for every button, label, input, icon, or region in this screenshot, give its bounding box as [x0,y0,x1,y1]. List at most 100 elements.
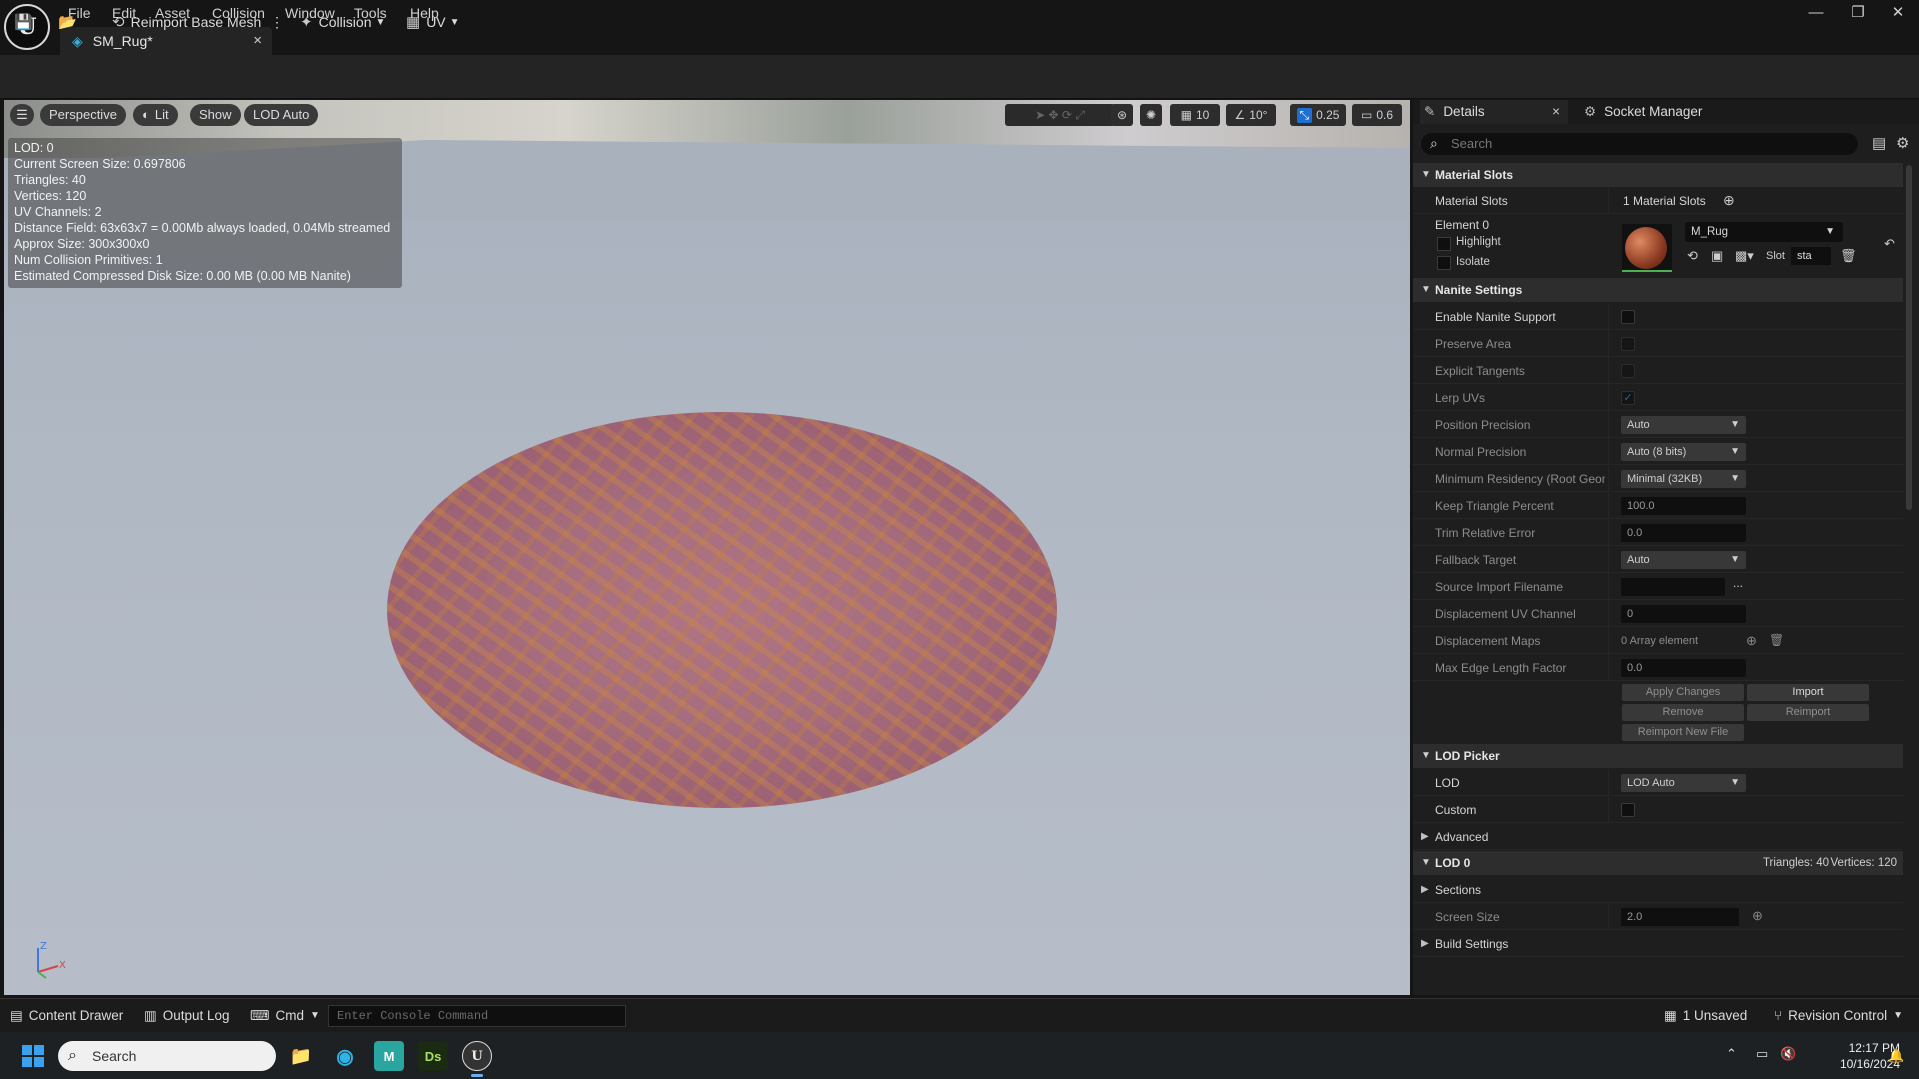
close-window-button[interactable]: ✕ [1876,0,1919,24]
settings-gear-icon[interactable]: ⚙ [1896,134,1909,152]
lerp-uvs-checkbox[interactable]: ✓ [1621,391,1635,405]
designer-icon[interactable]: Ds [418,1041,448,1071]
scale-snap-button[interactable]: ⤡ 0.25 [1290,104,1346,126]
camera-speed-button[interactable]: ▭ 0.6 [1352,104,1402,126]
chevron-up-icon[interactable]: ⌃ [1726,1046,1737,1062]
explicit-tangents-checkbox[interactable] [1621,364,1635,378]
section-nanite-title: Nanite Settings [1435,283,1523,297]
custom-checkbox[interactable] [1621,803,1635,817]
table-view-icon[interactable]: ▤ [1872,134,1886,152]
row-build-settings[interactable]: ▶ Build Settings [1413,931,1903,957]
position-precision-value: Auto [1627,419,1650,431]
row-normal-precision: Normal Precision Auto (8 bits) ▼ [1413,439,1903,465]
close-icon[interactable]: × [1552,100,1560,124]
material-thumbnail[interactable] [1622,224,1672,272]
import-button[interactable]: Import [1747,684,1869,701]
rug-mesh[interactable] [387,412,1057,808]
isolate-checkbox[interactable] [1437,256,1451,270]
section-lod-picker[interactable]: ▼ LOD Picker [1413,744,1903,768]
uv-label: UV [426,14,446,30]
add-screen-size-icon[interactable]: ⊕ [1752,908,1763,924]
pencil-icon: ✎ [1424,104,1436,119]
reset-icon[interactable]: ↶ [1884,236,1895,252]
max-edge-length-factor-field[interactable]: 0.0 [1621,659,1746,677]
screen-size-field[interactable]: 2.0 [1621,908,1739,926]
tab-details[interactable]: ✎ Details × [1420,100,1568,124]
edge-browser-icon[interactable]: ◉ [330,1041,360,1071]
unsaved-button[interactable]: ▦ 1 Unsaved [1664,1007,1747,1025]
world-local-icon[interactable]: ✺ [1140,104,1162,126]
viewport-menu-button[interactable]: ☰ [10,104,34,126]
remove-button[interactable]: Remove [1622,704,1744,721]
restore-button[interactable]: ❐ [1836,0,1880,24]
row-advanced[interactable]: ▶ Advanced [1413,824,1903,850]
section-material-slots[interactable]: ▼ Material Slots [1413,163,1903,187]
surface-snap-icon[interactable]: ⊛ [1111,104,1133,126]
close-tab-icon[interactable]: × [253,32,262,49]
displacement-uv-channel-field[interactable]: 0 [1621,605,1746,623]
slot-name-field[interactable]: sta [1791,247,1831,265]
browse-file-button[interactable]: ... [1733,576,1743,590]
taskbar-search[interactable]: ⌕ Search [58,1041,276,1071]
preserve-area-label: Preserve Area [1435,337,1512,351]
tab-socket-manager[interactable]: ⚙ Socket Manager [1584,100,1702,124]
apply-changes-button[interactable]: Apply Changes [1622,684,1744,701]
lod-label: LOD [1435,776,1460,790]
preserve-area-checkbox[interactable] [1621,337,1635,351]
keep-triangle-percent-field[interactable]: 100.0 [1621,497,1746,515]
content-drawer-button[interactable]: ▤ Content Drawer [10,1007,123,1025]
add-element-icon[interactable]: ⊕ [1746,633,1757,649]
cmd-dropdown[interactable]: ⌨ Cmd ▼ [250,1007,320,1025]
console-input[interactable]: Enter Console Command [328,1005,626,1027]
windows-start-icon[interactable] [18,1041,48,1071]
fallback-target-dropdown[interactable]: Auto ▼ [1621,551,1746,569]
file-explorer-icon[interactable]: 📁 [286,1041,316,1071]
transform-tools[interactable]: ➤ ✥ ⟳ ⤢ [1005,104,1115,126]
lod-button[interactable]: LOD Auto [244,104,319,126]
material-picker[interactable]: M_Rug ▼ [1685,222,1843,242]
section-lod-0[interactable]: ▼ LOD 0 Triangles: 40 Vertices: 120 [1413,851,1903,875]
rotation-snap-button[interactable]: ∠ 10° [1226,104,1276,126]
volume-muted-icon[interactable]: 🔇 [1780,1046,1796,1062]
material-options-icon[interactable]: ▩▾ [1735,248,1754,264]
unreal-engine-taskbar-icon[interactable]: U [462,1041,492,1071]
lod-dropdown[interactable]: LOD Auto ▼ [1621,774,1746,792]
revision-control-button[interactable]: ⑂ Revision Control ▼ [1774,1007,1903,1025]
network-icon[interactable]: ▭ [1756,1046,1768,1062]
grid-snap-button[interactable]: ▦ 10 [1170,104,1220,126]
highlight-checkbox[interactable] [1437,237,1451,251]
save-button[interactable]: 💾 [14,10,39,34]
browse-button[interactable]: 📂 [58,10,83,34]
minimum-residency-dropdown[interactable]: Minimal (32KB) ▼ [1621,470,1746,488]
delete-icon[interactable]: 🗑 [1840,248,1857,264]
show-button[interactable]: Show [190,104,241,126]
delete-icon[interactable]: 🗑 [1769,633,1784,647]
grid-snap-value: 10 [1195,108,1210,122]
add-slot-icon[interactable]: ⊕ [1723,192,1735,209]
minimize-button[interactable]: — [1794,0,1838,24]
browse-asset-icon[interactable]: ▣ [1711,248,1723,264]
notification-bell-icon[interactable]: 🔔 [1888,1048,1904,1064]
source-import-filename-field[interactable] [1621,578,1725,596]
use-selected-icon[interactable]: ⟲ [1687,248,1698,264]
more-options-button[interactable]: ⋮ [270,10,284,34]
search-input[interactable]: Search [1421,133,1858,155]
maya-icon[interactable]: M [374,1041,404,1071]
chevron-down-icon: ▼ [1730,554,1740,565]
reimport-lod-button[interactable]: Reimport [1747,704,1869,721]
position-precision-dropdown[interactable]: Auto ▼ [1621,416,1746,434]
save-icon: 💾 [14,14,33,31]
section-nanite-settings[interactable]: ▼ Nanite Settings [1413,278,1903,302]
details-scrollbar[interactable] [1906,165,1912,510]
collision-dropdown[interactable]: ✦ Collision ▼ [300,10,385,34]
perspective-button[interactable]: Perspective [40,104,126,126]
uv-dropdown[interactable]: ▦ UV ▼ [406,10,460,34]
enable-nanite-checkbox[interactable] [1621,310,1635,324]
output-log-button[interactable]: ▥ Output Log [144,1007,230,1025]
row-sections[interactable]: ▶ Sections [1413,877,1903,903]
reimport-new-file-button[interactable]: Reimport New File [1622,724,1744,741]
normal-precision-dropdown[interactable]: Auto (8 bits) ▼ [1621,443,1746,461]
trim-relative-error-field[interactable]: 0.0 [1621,524,1746,542]
reimport-button[interactable]: ⟲ Reimport Base Mesh [112,10,261,34]
lit-button[interactable]: ◐ Lit [133,104,178,126]
